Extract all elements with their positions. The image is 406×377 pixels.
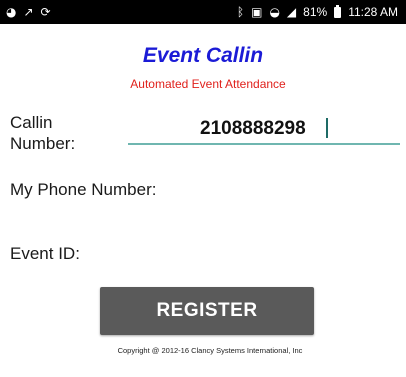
sync-icon: ⟳: [40, 5, 51, 19]
clock: 11:28 AM: [348, 5, 398, 19]
callin-number-label: Callin Number:: [10, 112, 120, 154]
nfc-icon: ▣: [251, 5, 263, 19]
bluetooth-icon: ᛒ: [236, 5, 245, 19]
missed-call-icon: ↗: [23, 5, 34, 19]
event-id-label: Event ID:: [10, 244, 80, 263]
my-phone-number-label: My Phone Number:: [10, 180, 157, 199]
status-right: ᛒ ▣ ◒ ◢ 81% 11:28 AM: [236, 4, 398, 19]
callin-number-input[interactable]: [128, 115, 400, 145]
status-left: ◕ ↗ ⟳: [6, 6, 51, 18]
signal-icon: ◢: [286, 5, 297, 19]
copyright-text: Copyright @ 2012-16 Clancy Systems Inter…: [117, 346, 303, 355]
battery-level: 81%: [303, 5, 328, 19]
text-cursor: [326, 118, 328, 138]
app-title: Event Callin: [142, 44, 264, 67]
status-bar: ◕ ↗ ⟳ ᛒ ▣ ◒ ◢ 81% 11:28 AM: [0, 0, 406, 24]
callin-label-text: Callin Number:: [10, 113, 76, 153]
notification-icon: ◕: [6, 5, 17, 19]
register-button[interactable]: REGISTER: [100, 287, 314, 335]
battery-icon: [334, 4, 342, 18]
app-subtitle: Automated Event Attendance: [130, 77, 286, 91]
wifi-icon: ◒: [269, 5, 280, 19]
